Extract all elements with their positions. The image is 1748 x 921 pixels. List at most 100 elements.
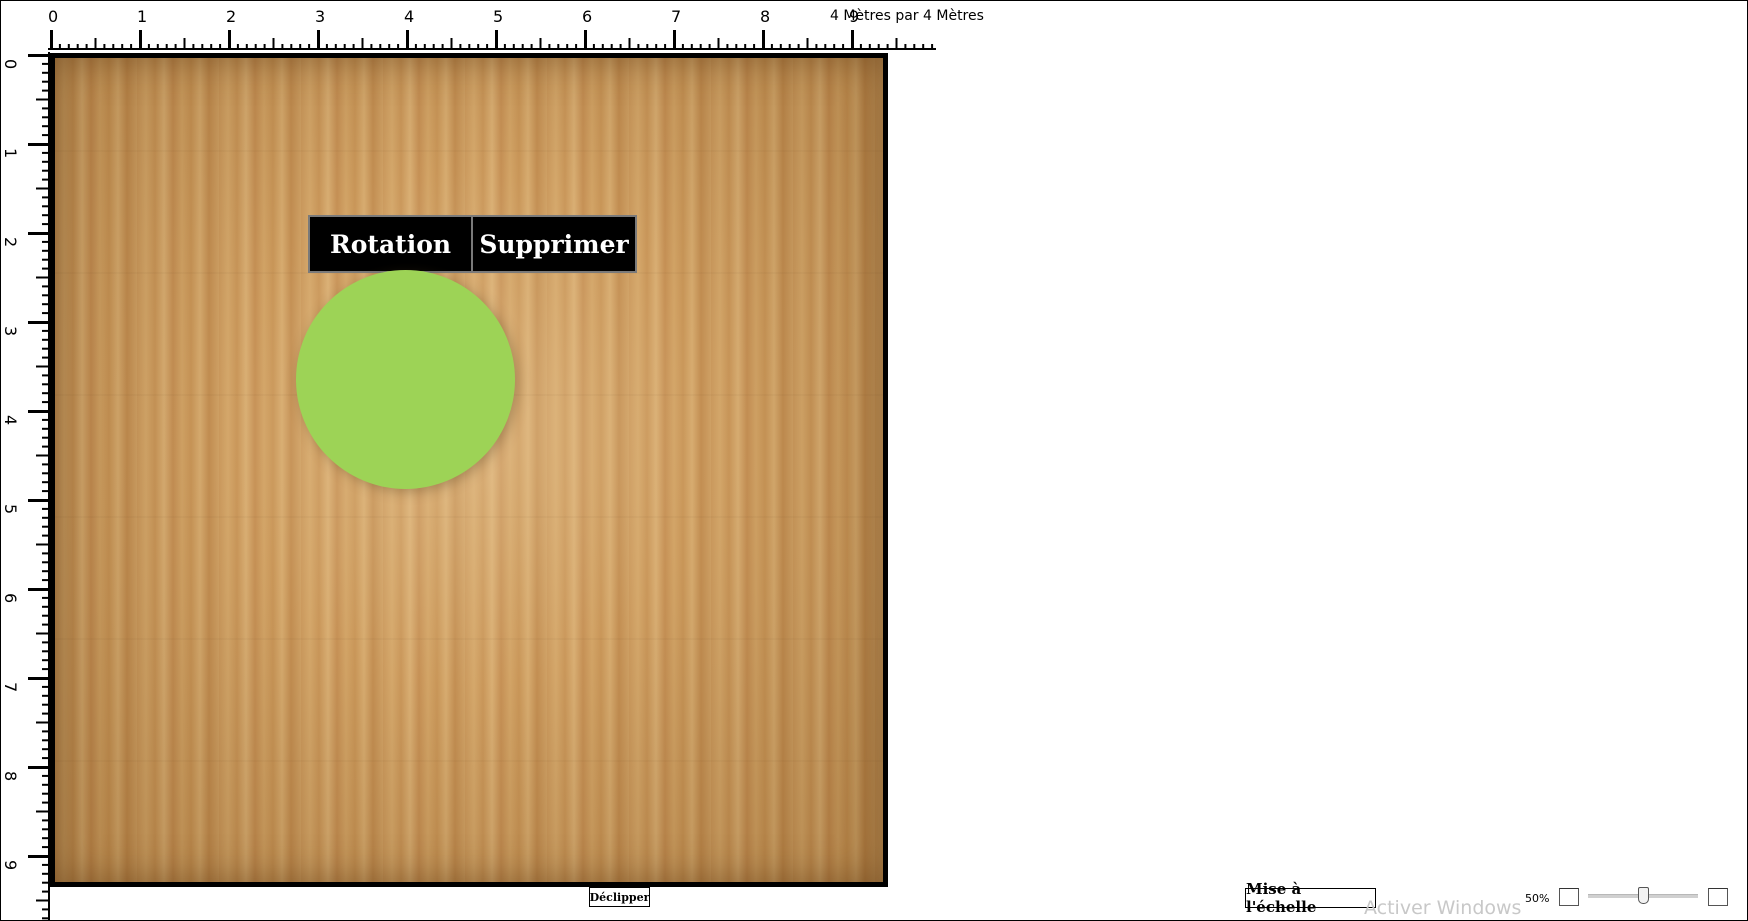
ruler-left-tick xyxy=(42,427,48,430)
ruler-top-tick xyxy=(539,38,542,50)
ruler-left-tick xyxy=(42,267,48,270)
ruler-top-tick xyxy=(886,44,889,50)
ruler-top-tick xyxy=(219,44,222,50)
ruler-top-tick xyxy=(833,44,836,50)
ruler-left-tick xyxy=(28,321,48,324)
ruler-left-tick xyxy=(42,89,48,92)
ruler-top-tick xyxy=(521,44,524,50)
ruler-left-tick xyxy=(42,534,48,537)
ruler-left-tick xyxy=(42,783,48,786)
ruler-top-tick xyxy=(628,38,631,50)
ruler-top-tick xyxy=(94,38,97,50)
zoom-in-box[interactable] xyxy=(1708,888,1728,906)
ruler-left-tick xyxy=(42,605,48,608)
ruler-top-tick xyxy=(566,44,569,50)
ruler-left-tick xyxy=(42,223,48,226)
ruler-top-tick xyxy=(147,44,150,50)
ruler-left-tick xyxy=(42,356,48,359)
ruler-left-tick xyxy=(42,312,48,315)
ruler-left-tick xyxy=(42,71,48,74)
ruler-top-tick xyxy=(299,44,302,50)
ruler-left-label: 3 xyxy=(1,326,20,336)
ruler-left-tick xyxy=(42,694,48,697)
ruler-left-tick xyxy=(36,810,48,813)
ruler-top-tick xyxy=(797,44,800,50)
ruler-left-tick xyxy=(28,677,48,680)
ruler-top-tick xyxy=(165,44,168,50)
ruler-top-tick xyxy=(824,44,827,50)
ruler-top-tick xyxy=(699,44,702,50)
ruler-left-tick xyxy=(42,481,48,484)
ruler-left-tick xyxy=(28,410,48,413)
ruler-left-tick xyxy=(42,134,48,137)
ruler-left-tick xyxy=(42,685,48,688)
ruler-left-tick xyxy=(28,232,48,235)
ruler-top-tick xyxy=(708,44,711,50)
ruler-top-tick xyxy=(201,44,204,50)
ruler-left-tick xyxy=(42,579,48,582)
shape-context-menu: Rotation Supprimer xyxy=(308,215,637,273)
ruler-top-tick xyxy=(557,44,560,50)
ruler-left-tick xyxy=(42,116,48,119)
ruler-top-tick xyxy=(245,44,248,50)
ruler-top-tick xyxy=(352,44,355,50)
ruler-left-tick xyxy=(42,196,48,199)
room-floor[interactable] xyxy=(50,53,888,887)
ruler-top-tick xyxy=(673,30,676,50)
ruler-left-tick xyxy=(42,463,48,466)
ruler-top-label: 5 xyxy=(493,7,503,26)
ruler-top-tick xyxy=(904,44,907,50)
ruler-top-tick xyxy=(58,44,61,50)
ruler-top-tick xyxy=(584,30,587,50)
ruler-left-tick xyxy=(36,899,48,902)
ruler-top-tick xyxy=(610,44,613,50)
ruler-left-tick xyxy=(42,214,48,217)
ruler-left-tick xyxy=(42,392,48,395)
ruler-top-tick xyxy=(450,38,453,50)
ruler-top-tick xyxy=(753,44,756,50)
ruler-left-tick xyxy=(42,169,48,172)
ruler-left-label: 1 xyxy=(1,148,20,158)
ruler-top-tick xyxy=(290,44,293,50)
ruler-top-tick xyxy=(806,38,809,50)
ruler-top-label: 3 xyxy=(315,7,325,26)
ruler-left-tick xyxy=(42,890,48,893)
ruler-left-tick xyxy=(42,659,48,662)
delete-button[interactable]: Supprimer xyxy=(473,217,635,271)
circle-shape[interactable] xyxy=(296,270,515,489)
ruler-top-tick xyxy=(770,44,773,50)
ruler-top-label: 4 xyxy=(404,7,414,26)
ruler-top-tick xyxy=(913,44,916,50)
ruler-top-tick xyxy=(414,44,417,50)
ruler-left-tick xyxy=(42,374,48,377)
ruler-top-tick xyxy=(637,44,640,50)
ruler-top-tick xyxy=(726,44,729,50)
ruler-left-tick xyxy=(42,125,48,128)
ruler-top-tick xyxy=(788,44,791,50)
ruler-left-label: 0 xyxy=(1,59,20,69)
ruler-left-tick xyxy=(36,365,48,368)
ruler-top-tick xyxy=(931,44,934,50)
ruler-top-tick xyxy=(183,38,186,50)
ruler-left-tick xyxy=(42,623,48,626)
ruler-top-tick xyxy=(103,44,106,50)
zoom-slider-thumb[interactable] xyxy=(1638,887,1649,904)
ruler-left-tick xyxy=(28,588,48,591)
ruler-left-tick xyxy=(42,436,48,439)
ruler-left-tick xyxy=(42,472,48,475)
ruler-left-tick xyxy=(28,54,48,57)
zoom-out-box[interactable] xyxy=(1559,888,1579,906)
ruler-top-tick xyxy=(548,44,551,50)
ruler-top-tick xyxy=(468,44,471,50)
scale-button[interactable]: Mise à l'échelle xyxy=(1245,880,1376,916)
ruler-left-tick xyxy=(42,258,48,261)
ruler-left-tick xyxy=(42,383,48,386)
ruler-left-tick xyxy=(42,294,48,297)
ruler-left-tick xyxy=(42,908,48,911)
ruler-left-tick xyxy=(42,917,48,920)
ruler-left-tick xyxy=(28,143,48,146)
rotate-button[interactable]: Rotation xyxy=(310,217,473,271)
declip-button[interactable]: Déclipper xyxy=(589,887,650,907)
ruler-top-tick xyxy=(868,44,871,50)
ruler-left-tick xyxy=(42,819,48,822)
